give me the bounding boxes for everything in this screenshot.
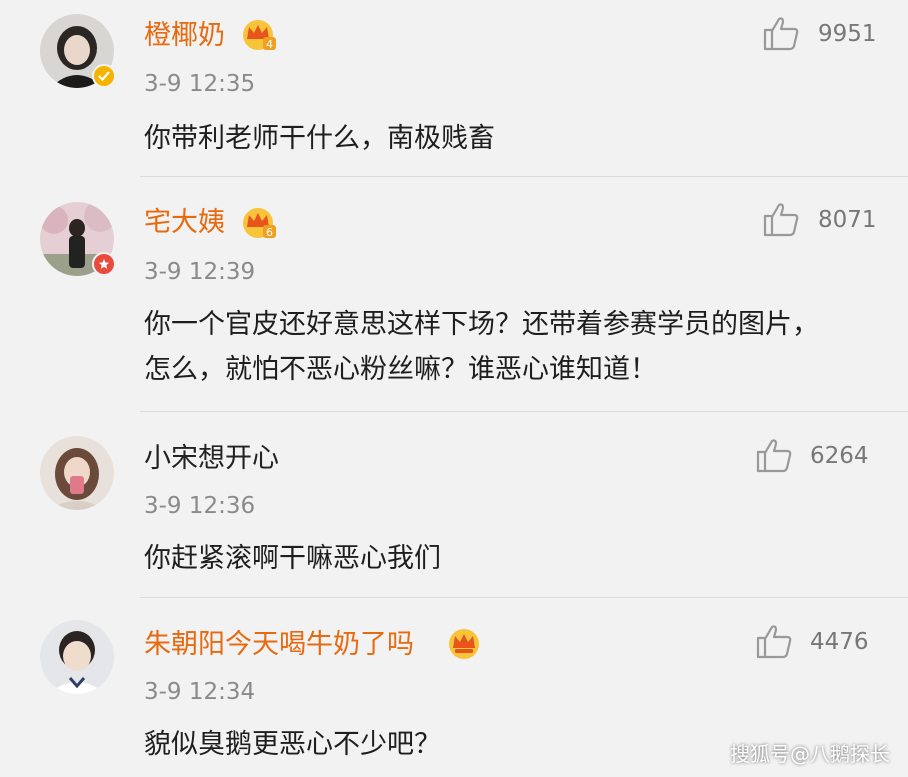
svg-text:6: 6 (266, 226, 273, 239)
verified-badge-icon (92, 64, 116, 88)
thumbs-up-icon[interactable] (762, 200, 800, 238)
comment-time: 3-9 12:34 (144, 679, 256, 705)
like-count: 9951 (818, 21, 877, 47)
like-count: 4476 (810, 629, 869, 655)
divider (140, 176, 908, 177)
avatar[interactable] (40, 436, 114, 510)
comment-item: 橙椰奶 4 3-9 12:35 你带利老师干什么，南极贱畜 9951 (0, 0, 908, 178)
comment-text: 你赶紧滚啊干嘛恶心我们 (144, 543, 441, 574)
username[interactable]: 宅大姨 (144, 206, 225, 240)
username[interactable]: 小宋想开心 (144, 442, 279, 476)
comment-time: 3-9 12:35 (144, 71, 256, 97)
comment-time: 3-9 12:39 (144, 259, 256, 285)
username[interactable]: 橙椰奶 (144, 19, 225, 53)
username[interactable]: 朱朝阳今天喝牛奶了吗 (144, 628, 414, 662)
comment-item: 宅大姨 6 3-9 12:39 你一个官皮还好意思这样下场？还带着参赛学员的图片… (0, 178, 908, 412)
comment-time: 3-9 12:36 (144, 493, 256, 519)
vip-crown-icon: 4 (241, 17, 277, 51)
comment-text: 你一个官皮还好意思这样下场？还带着参赛学员的图片，怎么，就怕不恶心粉丝嘛？谁恶心… (144, 309, 819, 385)
thumbs-up-icon[interactable] (755, 436, 793, 474)
svg-text:4: 4 (266, 38, 273, 51)
thumbs-up-icon[interactable] (762, 14, 800, 52)
like-count: 8071 (818, 207, 877, 233)
watermark: 搜狐号@八鹅探长 (730, 742, 890, 766)
verified-badge-icon (92, 252, 116, 276)
thumbs-up-icon[interactable] (755, 622, 793, 660)
avatar[interactable] (40, 620, 114, 694)
vip-crown-icon: 6 (241, 205, 277, 239)
vip-crown-icon (446, 626, 482, 660)
comment-item: 小宋想开心 3-9 12:36 你赶紧滚啊干嘛恶心我们 6264 (0, 412, 908, 598)
comment-text: 你带利老师干什么，南极贱畜 (144, 123, 495, 154)
like-count: 6264 (810, 443, 869, 469)
